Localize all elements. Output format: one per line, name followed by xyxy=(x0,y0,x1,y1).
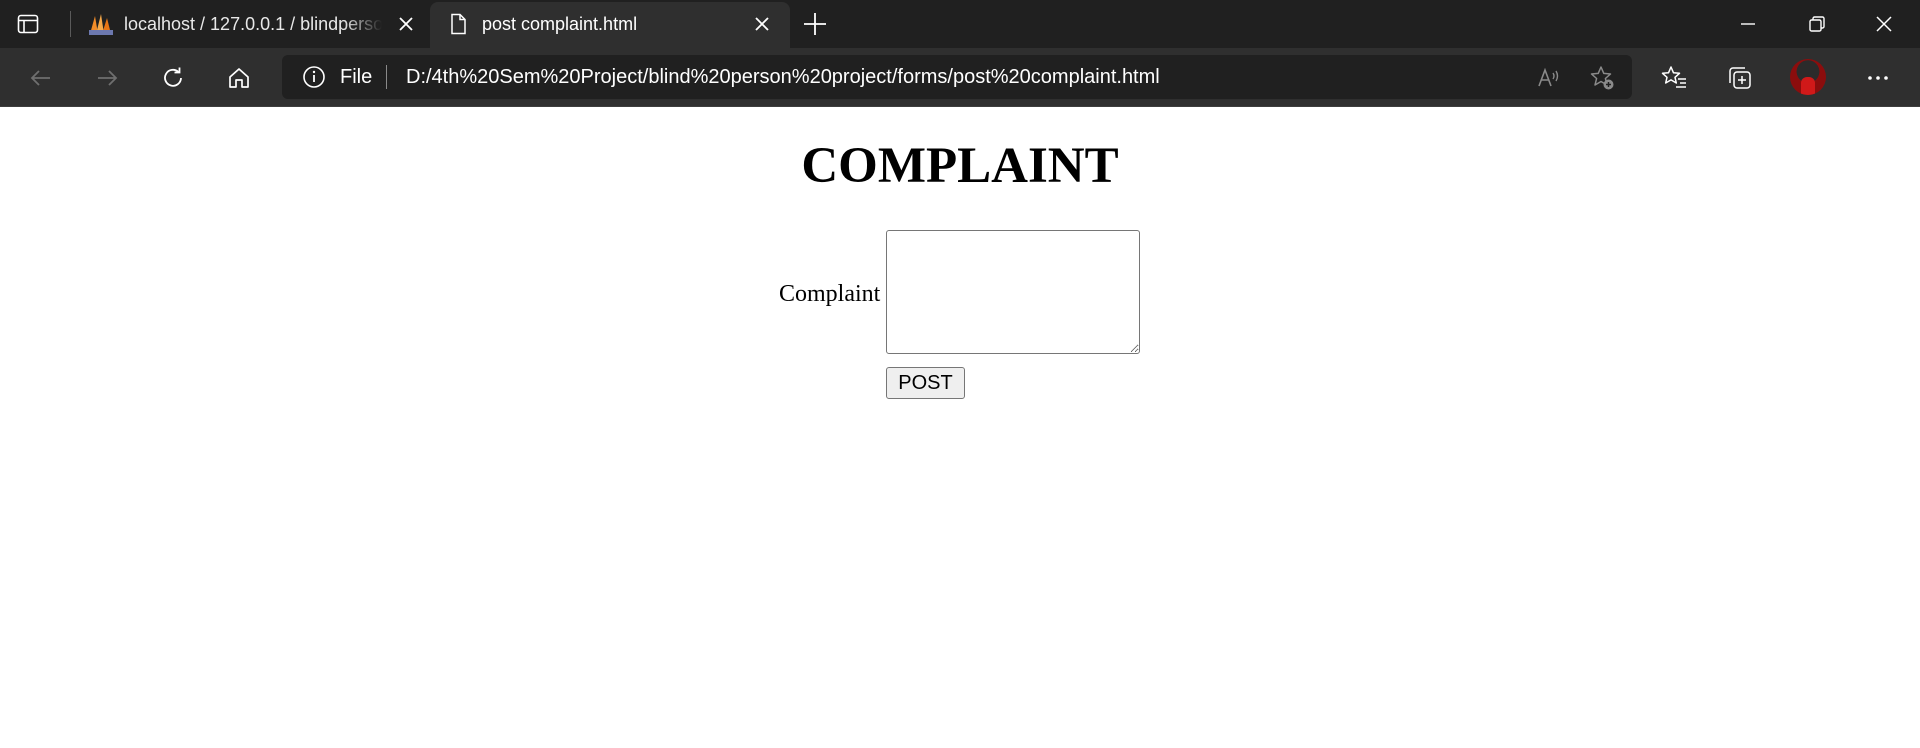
complaint-textarea[interactable] xyxy=(886,230,1140,354)
tab-phpmyadmin[interactable]: localhost / 127.0.0.1 / blindperso xyxy=(72,0,428,48)
page-title: COMPLAINT xyxy=(801,138,1119,194)
post-button[interactable]: POST xyxy=(886,367,965,399)
collections-icon[interactable] xyxy=(1726,64,1754,92)
refresh-icon[interactable] xyxy=(160,65,186,91)
new-tab-icon[interactable] xyxy=(802,11,828,37)
restore-icon[interactable] xyxy=(1805,12,1829,36)
tab-actions-icon[interactable] xyxy=(16,12,40,36)
close-window-icon[interactable] xyxy=(1872,12,1896,36)
profile-avatar[interactable] xyxy=(1790,59,1826,95)
address-bar[interactable]: File D:/4th%20Sem%20Project/blind%20pers… xyxy=(282,55,1632,99)
tab-separator xyxy=(70,11,71,37)
phpmyadmin-icon xyxy=(88,12,113,36)
tab-title: localhost / 127.0.0.1 / blindperso xyxy=(124,14,382,34)
url-text[interactable]: D:/4th%20Sem%20Project/blind%20person%20… xyxy=(406,66,1160,89)
back-arrow-icon[interactable] xyxy=(28,65,54,91)
page-content: COMPLAINT Complaint POST xyxy=(0,107,1920,748)
document-icon xyxy=(446,12,470,36)
add-favorite-icon[interactable] xyxy=(1589,65,1615,91)
browser-toolbar: File D:/4th%20Sem%20Project/blind%20pers… xyxy=(0,48,1920,107)
info-icon[interactable] xyxy=(302,65,326,89)
address-separator xyxy=(386,65,387,89)
home-icon[interactable] xyxy=(226,65,252,91)
forward-arrow-icon[interactable] xyxy=(94,65,120,91)
scheme-label: File xyxy=(340,66,373,88)
tab-strip: localhost / 127.0.0.1 / blindperso post … xyxy=(0,0,1920,48)
complaint-label: Complaint xyxy=(779,281,881,307)
read-aloud-icon[interactable] xyxy=(1536,65,1562,91)
tab-post-complaint[interactable]: post complaint.html xyxy=(430,2,790,48)
close-tab-icon[interactable] xyxy=(398,16,414,32)
favorites-icon[interactable] xyxy=(1660,64,1688,92)
minimize-icon[interactable] xyxy=(1736,12,1760,36)
more-options-icon[interactable] xyxy=(1864,64,1892,92)
close-tab-icon[interactable] xyxy=(754,16,770,32)
tab-title: post complaint.html xyxy=(482,14,638,34)
